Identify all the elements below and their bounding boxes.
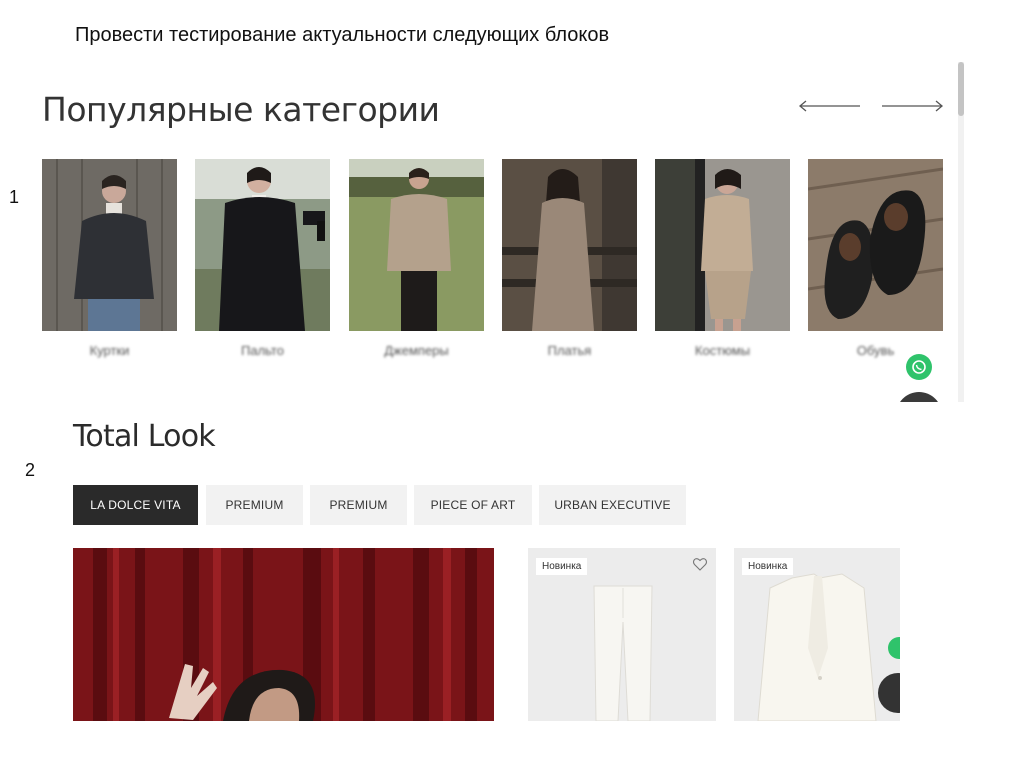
- category-card-suits[interactable]: Костюмы: [655, 159, 790, 359]
- category-label: Джемперы: [384, 343, 449, 358]
- category-label: Костюмы: [694, 343, 751, 358]
- total-look-hero-image[interactable]: [73, 548, 494, 721]
- total-look-screenshot: Total Look LA DOLCE VITA PREMIUM PREMIUM…: [60, 405, 900, 721]
- new-badge: Новинка: [536, 558, 588, 575]
- slide-title: Провести тестирование актуальности следу…: [75, 24, 610, 46]
- product-card[interactable]: Новинка: [528, 548, 716, 721]
- category-image: [655, 159, 790, 331]
- category-card-jumpers[interactable]: Джемперы: [349, 159, 484, 359]
- popular-categories-screenshot: Популярные категории Куртки Пальто Джемп…: [30, 62, 964, 402]
- category-label: Куртки: [89, 343, 130, 358]
- block-marker-1: 1: [9, 187, 20, 207]
- category-carousel: Куртки Пальто Джемперы Платья Костюмы Об…: [42, 159, 944, 359]
- tab-la-dolce-vita[interactable]: LA DOLCE VITA: [73, 485, 198, 525]
- category-card-coats[interactable]: Пальто: [195, 159, 330, 359]
- section-title: Популярные категории: [42, 90, 440, 129]
- category-label: Пальто: [241, 343, 284, 358]
- category-card-shoes[interactable]: Обувь: [808, 159, 943, 359]
- block-marker-2: 2: [25, 460, 36, 480]
- arrow-left-icon[interactable]: [798, 98, 862, 114]
- category-label: Платья: [547, 343, 592, 358]
- category-image: [42, 159, 177, 331]
- new-badge: Новинка: [742, 558, 794, 575]
- category-image: [808, 159, 943, 331]
- category-image: [502, 159, 637, 331]
- whatsapp-icon[interactable]: [906, 354, 932, 380]
- tab-piece-of-art[interactable]: PIECE OF ART: [414, 485, 532, 525]
- category-image: [349, 159, 484, 331]
- tab-premium-2[interactable]: PREMIUM: [310, 485, 407, 525]
- section-title: Total Look: [73, 419, 216, 454]
- category-card-jackets[interactable]: Куртки: [42, 159, 177, 359]
- category-card-dresses[interactable]: Платья: [502, 159, 637, 359]
- arrow-right-icon[interactable]: [880, 98, 944, 114]
- product-card[interactable]: Новинка: [734, 548, 900, 721]
- scrollbar-thumb[interactable]: [958, 62, 964, 116]
- tab-premium-1[interactable]: PREMIUM: [206, 485, 303, 525]
- heart-icon[interactable]: [692, 556, 708, 572]
- chat-fab-icon[interactable]: [896, 392, 942, 402]
- tab-urban-executive[interactable]: URBAN EXECUTIVE: [539, 485, 686, 525]
- category-image: [195, 159, 330, 331]
